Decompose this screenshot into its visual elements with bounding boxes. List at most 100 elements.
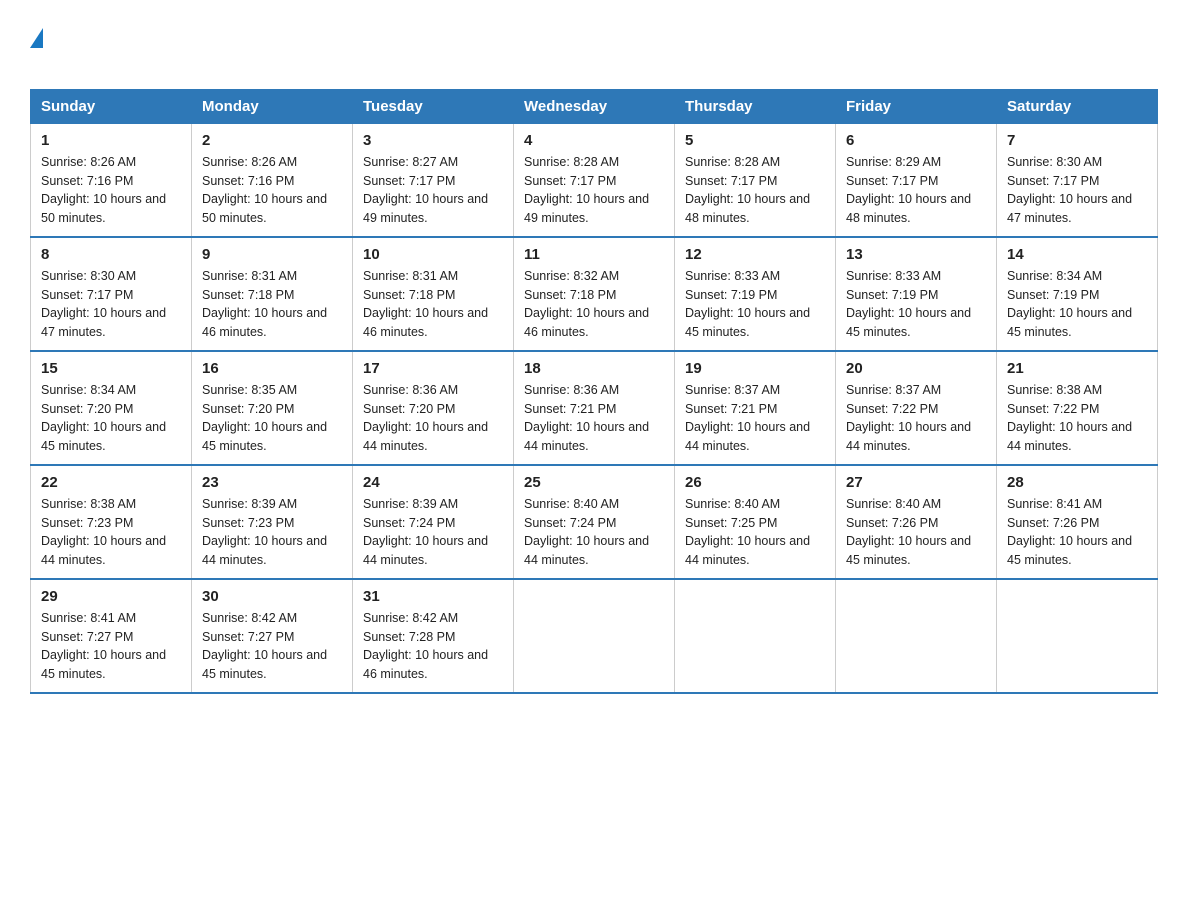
calendar-cell: 1 Sunrise: 8:26 AMSunset: 7:16 PMDayligh… (31, 123, 192, 237)
day-number: 5 (685, 132, 825, 149)
day-number: 10 (363, 246, 503, 263)
calendar-cell: 14 Sunrise: 8:34 AMSunset: 7:19 PMDaylig… (997, 237, 1158, 351)
calendar-cell: 27 Sunrise: 8:40 AMSunset: 7:26 PMDaylig… (836, 465, 997, 579)
calendar-week-3: 15 Sunrise: 8:34 AMSunset: 7:20 PMDaylig… (31, 351, 1158, 465)
day-info: Sunrise: 8:29 AMSunset: 7:17 PMDaylight:… (846, 155, 971, 225)
day-info: Sunrise: 8:28 AMSunset: 7:17 PMDaylight:… (524, 155, 649, 225)
calendar-week-1: 1 Sunrise: 8:26 AMSunset: 7:16 PMDayligh… (31, 123, 1158, 237)
day-info: Sunrise: 8:34 AMSunset: 7:19 PMDaylight:… (1007, 269, 1132, 339)
calendar-table: SundayMondayTuesdayWednesdayThursdayFrid… (30, 89, 1158, 694)
day-number: 21 (1007, 360, 1147, 377)
calendar-cell: 26 Sunrise: 8:40 AMSunset: 7:25 PMDaylig… (675, 465, 836, 579)
day-info: Sunrise: 8:37 AMSunset: 7:21 PMDaylight:… (685, 383, 810, 453)
day-number: 9 (202, 246, 342, 263)
day-info: Sunrise: 8:35 AMSunset: 7:20 PMDaylight:… (202, 383, 327, 453)
day-number: 14 (1007, 246, 1147, 263)
day-number: 26 (685, 474, 825, 491)
day-info: Sunrise: 8:27 AMSunset: 7:17 PMDaylight:… (363, 155, 488, 225)
page-header (30, 24, 1158, 73)
calendar-cell: 3 Sunrise: 8:27 AMSunset: 7:17 PMDayligh… (353, 123, 514, 237)
weekday-header-tuesday: Tuesday (353, 89, 514, 123)
calendar-cell: 12 Sunrise: 8:33 AMSunset: 7:19 PMDaylig… (675, 237, 836, 351)
calendar-cell: 29 Sunrise: 8:41 AMSunset: 7:27 PMDaylig… (31, 579, 192, 693)
calendar-cell (997, 579, 1158, 693)
weekday-header-saturday: Saturday (997, 89, 1158, 123)
day-info: Sunrise: 8:42 AMSunset: 7:27 PMDaylight:… (202, 611, 327, 681)
logo-wordmark (30, 24, 43, 73)
day-info: Sunrise: 8:38 AMSunset: 7:22 PMDaylight:… (1007, 383, 1132, 453)
weekday-header-friday: Friday (836, 89, 997, 123)
day-number: 2 (202, 132, 342, 149)
day-info: Sunrise: 8:38 AMSunset: 7:23 PMDaylight:… (41, 497, 166, 567)
calendar-cell: 21 Sunrise: 8:38 AMSunset: 7:22 PMDaylig… (997, 351, 1158, 465)
weekday-header-wednesday: Wednesday (514, 89, 675, 123)
day-number: 31 (363, 588, 503, 605)
logo-triangle-icon (30, 28, 43, 48)
day-number: 30 (202, 588, 342, 605)
calendar-cell: 24 Sunrise: 8:39 AMSunset: 7:24 PMDaylig… (353, 465, 514, 579)
calendar-cell: 23 Sunrise: 8:39 AMSunset: 7:23 PMDaylig… (192, 465, 353, 579)
calendar-cell: 15 Sunrise: 8:34 AMSunset: 7:20 PMDaylig… (31, 351, 192, 465)
calendar-cell: 11 Sunrise: 8:32 AMSunset: 7:18 PMDaylig… (514, 237, 675, 351)
calendar-cell (675, 579, 836, 693)
calendar-cell: 10 Sunrise: 8:31 AMSunset: 7:18 PMDaylig… (353, 237, 514, 351)
day-number: 3 (363, 132, 503, 149)
day-number: 29 (41, 588, 181, 605)
day-number: 17 (363, 360, 503, 377)
day-info: Sunrise: 8:30 AMSunset: 7:17 PMDaylight:… (41, 269, 166, 339)
day-info: Sunrise: 8:36 AMSunset: 7:20 PMDaylight:… (363, 383, 488, 453)
day-info: Sunrise: 8:31 AMSunset: 7:18 PMDaylight:… (202, 269, 327, 339)
day-info: Sunrise: 8:31 AMSunset: 7:18 PMDaylight:… (363, 269, 488, 339)
day-info: Sunrise: 8:33 AMSunset: 7:19 PMDaylight:… (685, 269, 810, 339)
day-info: Sunrise: 8:26 AMSunset: 7:16 PMDaylight:… (41, 155, 166, 225)
day-info: Sunrise: 8:39 AMSunset: 7:23 PMDaylight:… (202, 497, 327, 567)
calendar-cell: 18 Sunrise: 8:36 AMSunset: 7:21 PMDaylig… (514, 351, 675, 465)
weekday-header-monday: Monday (192, 89, 353, 123)
day-info: Sunrise: 8:33 AMSunset: 7:19 PMDaylight:… (846, 269, 971, 339)
weekday-header-thursday: Thursday (675, 89, 836, 123)
calendar-body: 1 Sunrise: 8:26 AMSunset: 7:16 PMDayligh… (31, 123, 1158, 693)
calendar-cell: 17 Sunrise: 8:36 AMSunset: 7:20 PMDaylig… (353, 351, 514, 465)
day-info: Sunrise: 8:36 AMSunset: 7:21 PMDaylight:… (524, 383, 649, 453)
calendar-cell (836, 579, 997, 693)
weekday-header-row: SundayMondayTuesdayWednesdayThursdayFrid… (31, 89, 1158, 123)
day-info: Sunrise: 8:42 AMSunset: 7:28 PMDaylight:… (363, 611, 488, 681)
calendar-cell: 4 Sunrise: 8:28 AMSunset: 7:17 PMDayligh… (514, 123, 675, 237)
day-info: Sunrise: 8:30 AMSunset: 7:17 PMDaylight:… (1007, 155, 1132, 225)
calendar-cell: 25 Sunrise: 8:40 AMSunset: 7:24 PMDaylig… (514, 465, 675, 579)
calendar-cell: 5 Sunrise: 8:28 AMSunset: 7:17 PMDayligh… (675, 123, 836, 237)
calendar-cell: 31 Sunrise: 8:42 AMSunset: 7:28 PMDaylig… (353, 579, 514, 693)
calendar-cell: 28 Sunrise: 8:41 AMSunset: 7:26 PMDaylig… (997, 465, 1158, 579)
day-info: Sunrise: 8:40 AMSunset: 7:26 PMDaylight:… (846, 497, 971, 567)
day-number: 20 (846, 360, 986, 377)
calendar-header: SundayMondayTuesdayWednesdayThursdayFrid… (31, 89, 1158, 123)
calendar-cell: 7 Sunrise: 8:30 AMSunset: 7:17 PMDayligh… (997, 123, 1158, 237)
day-number: 7 (1007, 132, 1147, 149)
day-number: 12 (685, 246, 825, 263)
day-info: Sunrise: 8:40 AMSunset: 7:25 PMDaylight:… (685, 497, 810, 567)
day-number: 19 (685, 360, 825, 377)
day-number: 15 (41, 360, 181, 377)
day-number: 24 (363, 474, 503, 491)
day-info: Sunrise: 8:40 AMSunset: 7:24 PMDaylight:… (524, 497, 649, 567)
day-info: Sunrise: 8:39 AMSunset: 7:24 PMDaylight:… (363, 497, 488, 567)
day-info: Sunrise: 8:37 AMSunset: 7:22 PMDaylight:… (846, 383, 971, 453)
day-number: 25 (524, 474, 664, 491)
day-number: 1 (41, 132, 181, 149)
calendar-week-2: 8 Sunrise: 8:30 AMSunset: 7:17 PMDayligh… (31, 237, 1158, 351)
day-number: 11 (524, 246, 664, 263)
calendar-cell: 19 Sunrise: 8:37 AMSunset: 7:21 PMDaylig… (675, 351, 836, 465)
day-number: 16 (202, 360, 342, 377)
day-info: Sunrise: 8:34 AMSunset: 7:20 PMDaylight:… (41, 383, 166, 453)
calendar-cell (514, 579, 675, 693)
calendar-cell: 30 Sunrise: 8:42 AMSunset: 7:27 PMDaylig… (192, 579, 353, 693)
day-info: Sunrise: 8:26 AMSunset: 7:16 PMDaylight:… (202, 155, 327, 225)
day-number: 23 (202, 474, 342, 491)
day-number: 6 (846, 132, 986, 149)
calendar-cell: 8 Sunrise: 8:30 AMSunset: 7:17 PMDayligh… (31, 237, 192, 351)
calendar-cell: 9 Sunrise: 8:31 AMSunset: 7:18 PMDayligh… (192, 237, 353, 351)
day-info: Sunrise: 8:41 AMSunset: 7:26 PMDaylight:… (1007, 497, 1132, 567)
calendar-cell: 6 Sunrise: 8:29 AMSunset: 7:17 PMDayligh… (836, 123, 997, 237)
day-number: 13 (846, 246, 986, 263)
calendar-cell: 22 Sunrise: 8:38 AMSunset: 7:23 PMDaylig… (31, 465, 192, 579)
